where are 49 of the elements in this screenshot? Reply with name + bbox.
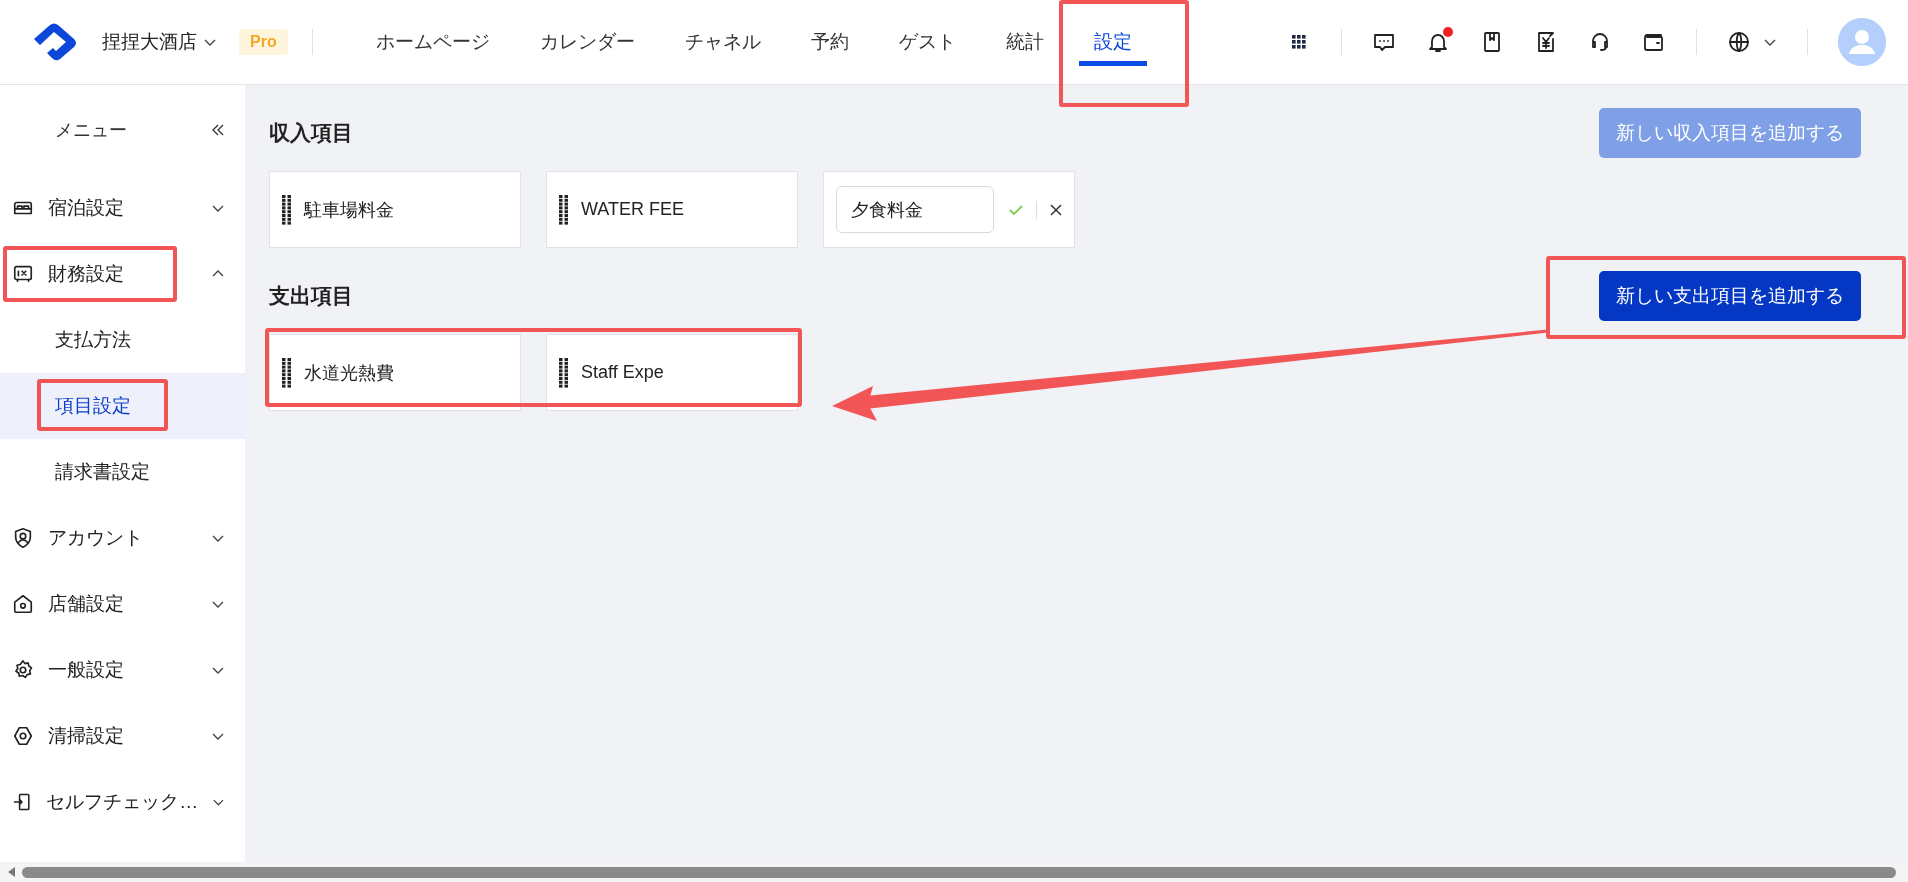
sidebar-subitem[interactable]: 請求書設定 — [0, 439, 245, 505]
sidebar-item[interactable]: 財務設定 — [0, 241, 245, 307]
item-name-input[interactable]: 夕食料金 — [836, 186, 994, 233]
item-label: Staff Expe — [581, 362, 664, 383]
item-label: 水道光熱費 — [304, 361, 394, 385]
drag-handle-icon — [559, 357, 569, 388]
sidebar-subitem[interactable]: 項目設定 — [0, 373, 245, 439]
hexagon-icon — [12, 725, 34, 747]
sidebar-item[interactable]: 宿泊設定 — [0, 175, 245, 241]
drag-handle-icon — [559, 194, 569, 225]
item-card[interactable]: 水道光熱費 — [269, 334, 521, 411]
item-label: 駐車場料金 — [304, 198, 394, 222]
menu-title: メニュー — [55, 119, 128, 142]
sidebar-item[interactable]: 一般設定 — [0, 637, 245, 703]
safe-icon — [12, 263, 34, 285]
add-item-button[interactable]: 新しい支出項目を追加する — [1599, 271, 1861, 321]
settings-icon — [12, 659, 34, 681]
horizontal-scrollbar[interactable] — [0, 862, 1908, 882]
nav-tab[interactable]: チャネル — [659, 0, 786, 84]
sidebar-item[interactable]: 店舗設定 — [0, 571, 245, 637]
section-title: 収入項目 — [269, 120, 353, 146]
nav-tab[interactable]: ゲスト — [873, 0, 981, 84]
item-label: WATER FEE — [581, 199, 684, 220]
plan-badge: Pro — [239, 29, 288, 55]
nav-tab[interactable]: 設定 — [1068, 0, 1157, 84]
item-card[interactable]: WATER FEE — [546, 171, 798, 248]
house-icon — [12, 593, 34, 615]
globe-icon — [1727, 30, 1751, 54]
sidebar-item[interactable]: セルフチェック… — [0, 769, 245, 835]
collapse-icon[interactable] — [211, 123, 225, 137]
item-card[interactable]: 駐車場料金 — [269, 171, 521, 248]
close-icon[interactable] — [1049, 202, 1063, 217]
sidebar-subitem[interactable]: 支払方法 — [0, 307, 245, 373]
drag-handle-icon — [282, 357, 292, 388]
hotel-selector[interactable]: 捏捏大酒店 — [102, 29, 217, 55]
drag-handle-icon — [282, 194, 292, 225]
nav-tab[interactable]: 統計 — [980, 0, 1069, 84]
item-card[interactable]: Staff Expe — [546, 334, 798, 411]
nav-tab[interactable]: 予約 — [785, 0, 874, 84]
nav-tab[interactable]: ホームページ — [350, 0, 515, 84]
section-title: 支出項目 — [269, 283, 353, 309]
sidebar-item[interactable]: 清掃設定 — [0, 703, 245, 769]
shield-user-icon — [12, 527, 34, 549]
bell-button[interactable] — [1426, 30, 1450, 54]
language-button[interactable] — [1727, 30, 1777, 54]
nav-tab[interactable]: カレンダー — [514, 0, 660, 84]
scroll-left-icon[interactable] — [8, 867, 16, 877]
sidebar-item[interactable]: アカウント — [0, 505, 245, 571]
door-icon — [12, 791, 33, 813]
